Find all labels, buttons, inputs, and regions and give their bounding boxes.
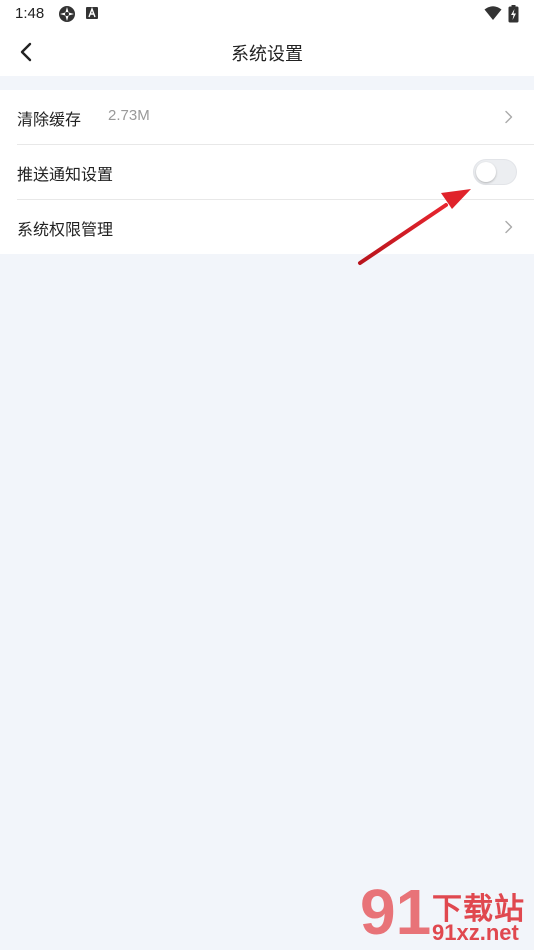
chevron-right-icon: [505, 110, 513, 124]
push-notification-label: 推送通知设置: [17, 165, 114, 184]
toggle-knob: [476, 162, 496, 182]
battery-charging-icon: [508, 5, 519, 27]
site-watermark: 91 下载站 91xz.net: [360, 880, 534, 950]
annotation-arrow-icon: [358, 189, 471, 265]
clear-cache-label: 清除缓存: [17, 110, 82, 129]
cache-size-value: 2.73M: [108, 107, 150, 124]
app-notification-icon: [85, 5, 99, 25]
clear-cache-item[interactable]: 清除缓存 2.73M: [17, 90, 534, 145]
wifi-icon: [484, 5, 502, 25]
chevron-right-icon: [505, 220, 513, 234]
watermark-number: 91: [360, 876, 432, 948]
page-title: 系统设置: [231, 44, 303, 65]
settings-status-icon: [58, 5, 76, 27]
status-time: 1:48: [15, 5, 45, 22]
system-permission-label: 系统权限管理: [17, 220, 114, 239]
app-header: 系统设置: [0, 28, 534, 76]
status-bar: 1:48: [0, 0, 534, 28]
watermark-domain: 91xz.net: [432, 920, 519, 945]
push-notification-toggle[interactable]: [473, 159, 517, 185]
